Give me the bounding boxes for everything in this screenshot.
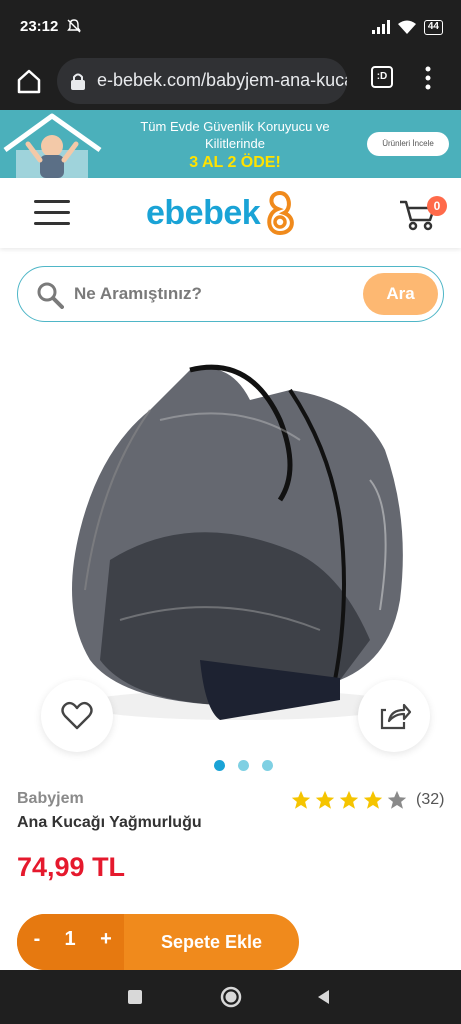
promo-headline: Tüm Evde Güvenlik Koruyucu ve Kilitlerin… xyxy=(140,119,330,151)
product-name: Ana Kucağı Yağmurluğu xyxy=(17,814,202,831)
carousel-dot[interactable] xyxy=(238,760,249,771)
status-time: 23:12 xyxy=(20,18,59,35)
search-bar: Ara xyxy=(17,266,444,322)
logo-mark-icon xyxy=(267,190,294,236)
share-button[interactable] xyxy=(358,680,430,752)
ebebek-logo[interactable]: ebebek xyxy=(146,188,300,238)
quantity-decrease-button[interactable]: - xyxy=(29,928,45,951)
product-rating[interactable]: (32) xyxy=(290,789,444,811)
review-count: (32) xyxy=(416,791,445,808)
favorite-button[interactable] xyxy=(41,680,113,752)
image-carousel-dots xyxy=(214,760,273,771)
star-icon xyxy=(339,790,359,809)
carousel-dot[interactable] xyxy=(214,760,225,771)
promo-offer: 3 AL 2 ÖDE! xyxy=(189,154,281,171)
bell-off-icon xyxy=(67,19,81,33)
search-input[interactable] xyxy=(74,281,354,307)
hamburger-icon[interactable] xyxy=(34,198,70,228)
quantity-increase-button[interactable]: + xyxy=(97,928,115,951)
carousel-dot[interactable] xyxy=(262,760,273,771)
add-to-cart-bar: - 1 + Sepete Ekle xyxy=(17,914,299,970)
star-icon xyxy=(315,790,335,809)
status-icons: 44 xyxy=(371,18,443,36)
cart-count-badge: 0 xyxy=(427,196,447,216)
wifi-icon xyxy=(397,20,416,34)
lock-icon xyxy=(71,73,85,90)
menu-dots-icon[interactable] xyxy=(420,64,436,92)
home-icon[interactable] xyxy=(14,66,44,96)
signal-icon xyxy=(371,20,390,34)
baby-house-illustration xyxy=(3,113,102,178)
status-bar: 23:12 44 xyxy=(0,0,461,54)
tab-switcher-button[interactable]: :D xyxy=(371,66,393,88)
search-icon xyxy=(37,282,64,309)
site-header: ebebek xyxy=(0,178,461,248)
address-bar[interactable]: e-bebek.com/babyjem-ana-kucagi xyxy=(57,58,347,104)
back-icon[interactable] xyxy=(314,987,334,1007)
recents-button[interactable] xyxy=(128,990,142,1004)
search-button[interactable]: Ara xyxy=(363,273,438,315)
heart-icon xyxy=(61,701,93,730)
system-nav-bar xyxy=(0,970,461,1024)
url-text: e-bebek.com/babyjem-ana-kucagi xyxy=(97,70,347,90)
share-icon xyxy=(380,703,412,730)
star-icon xyxy=(387,790,407,809)
home-nav-icon[interactable] xyxy=(219,985,243,1009)
promo-banner[interactable]: Tüm Evde Güvenlik Koruyucu ve Kilitlerin… xyxy=(0,110,461,178)
browser-toolbar: e-bebek.com/babyjem-ana-kucagi :D xyxy=(0,54,461,110)
star-icon xyxy=(363,790,383,809)
quantity-value: 1 xyxy=(64,928,76,950)
battery-indicator: 44 xyxy=(423,19,443,35)
star-icon xyxy=(291,790,311,809)
product-price: 74,99 TL xyxy=(17,852,126,882)
logo-text: ebebek xyxy=(146,193,261,232)
promo-cta-button[interactable]: Ürünleri İncele xyxy=(367,132,449,156)
quantity-stepper: - 1 + xyxy=(17,914,124,970)
add-to-cart-button[interactable]: Sepete Ekle xyxy=(124,914,299,970)
product-brand[interactable]: Babyjem xyxy=(17,790,84,808)
